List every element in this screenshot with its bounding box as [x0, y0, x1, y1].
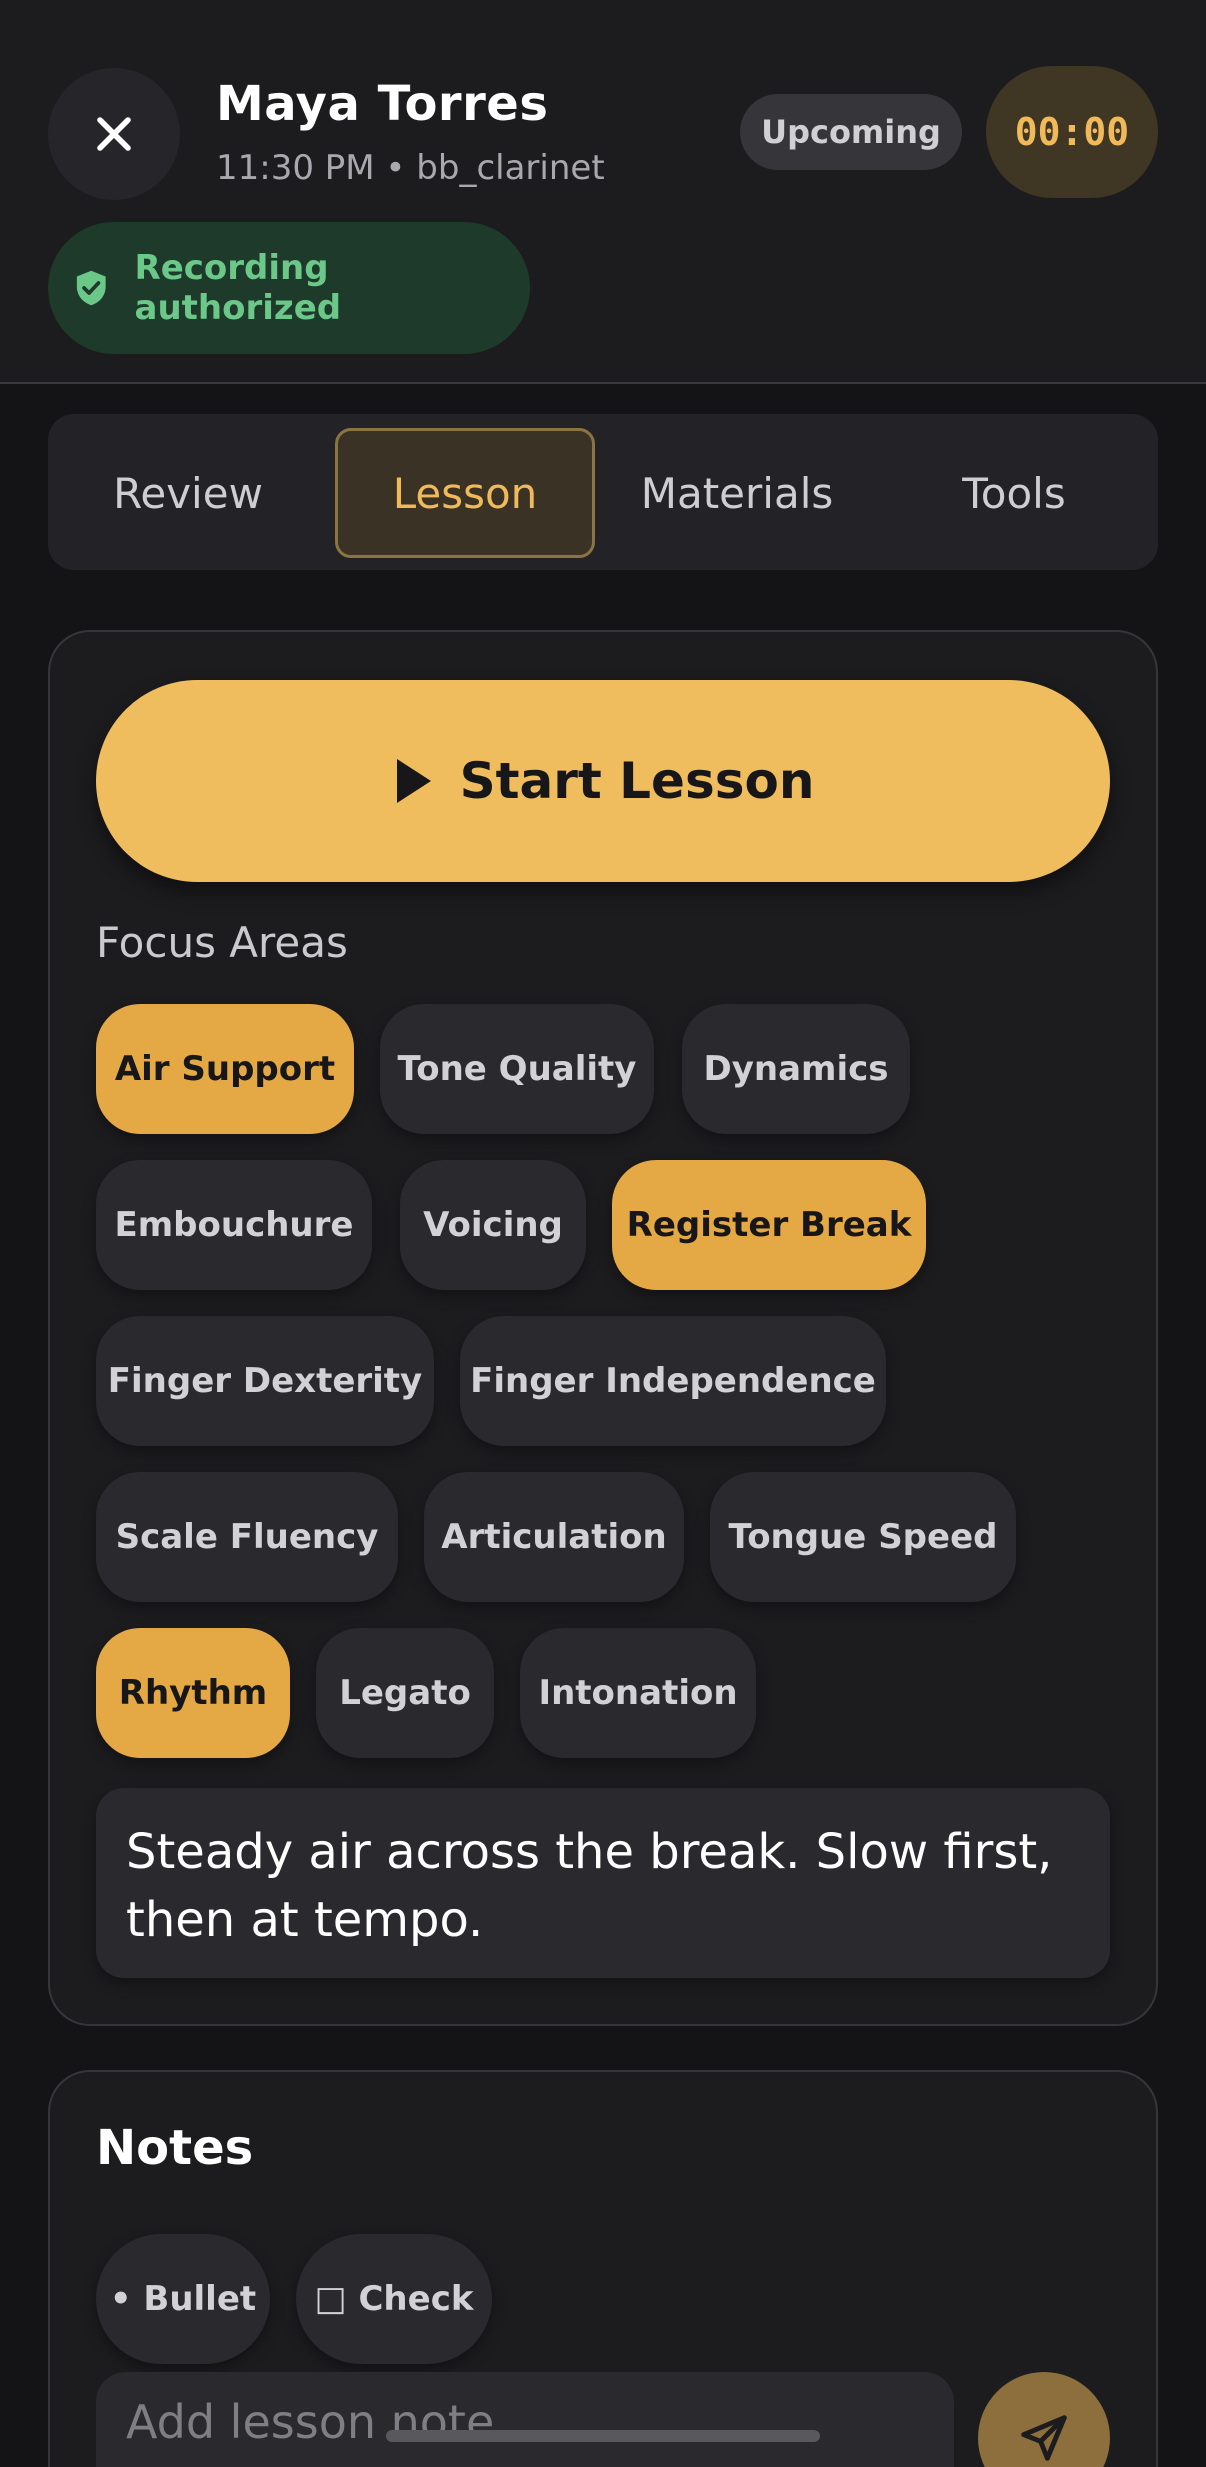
send-icon — [1021, 2415, 1067, 2461]
bullet-button[interactable]: • Bullet — [96, 2234, 270, 2364]
student-name: Maya Torres — [216, 76, 549, 132]
focus-chip-register-break[interactable]: Register Break — [612, 1160, 926, 1290]
focus-chip-finger-dexterity[interactable]: Finger Dexterity — [96, 1316, 434, 1446]
check-button[interactable]: □ Check — [296, 2234, 492, 2364]
focus-chip-air-support[interactable]: Air Support — [96, 1004, 354, 1134]
recording-authorized-badge: Recording authorized — [48, 222, 530, 354]
home-indicator — [386, 2430, 820, 2442]
tab-tools[interactable]: Tools — [896, 428, 1132, 558]
focus-chip-rhythm[interactable]: Rhythm — [96, 1628, 290, 1758]
tab-materials[interactable]: Materials — [614, 428, 860, 558]
session-timer: 00:00 — [986, 66, 1158, 198]
play-icon — [396, 759, 431, 803]
start-lesson-label: Start Lesson — [459, 752, 815, 810]
focus-note-text[interactable]: Steady air across the break. Slow first,… — [96, 1788, 1110, 1978]
recording-authorized-label: Recording authorized — [134, 248, 342, 328]
focus-areas-title: Focus Areas — [96, 918, 348, 967]
status-badge: Upcoming — [740, 94, 962, 170]
close-icon — [97, 117, 131, 151]
start-lesson-button[interactable]: Start Lesson — [96, 680, 1110, 882]
tab-lesson[interactable]: Lesson — [335, 428, 595, 558]
focus-chip-scale-fluency[interactable]: Scale Fluency — [96, 1472, 398, 1602]
session-meta: 11:30 PM • bb_clarinet — [216, 148, 605, 188]
notes-title: Notes — [96, 2120, 254, 2176]
close-button[interactable] — [48, 68, 180, 200]
focus-chip-tongue-speed[interactable]: Tongue Speed — [710, 1472, 1016, 1602]
focus-chip-finger-independence[interactable]: Finger Independence — [460, 1316, 886, 1446]
focus-chip-embouchure[interactable]: Embouchure — [96, 1160, 372, 1290]
tab-bar: Review Lesson Materials Tools — [48, 414, 1158, 570]
focus-chip-tone-quality[interactable]: Tone Quality — [380, 1004, 654, 1134]
focus-chip-voicing[interactable]: Voicing — [400, 1160, 586, 1290]
focus-chip-articulation[interactable]: Articulation — [424, 1472, 684, 1602]
lesson-note-input[interactable] — [96, 2372, 954, 2467]
focus-chip-dynamics[interactable]: Dynamics — [682, 1004, 910, 1134]
focus-chip-legato[interactable]: Legato — [316, 1628, 494, 1758]
focus-chip-intonation[interactable]: Intonation — [520, 1628, 756, 1758]
shield-check-icon — [76, 270, 106, 306]
session-header: Maya Torres 11:30 PM • bb_clarinet Upcom… — [0, 0, 1206, 384]
tab-review[interactable]: Review — [70, 428, 306, 558]
